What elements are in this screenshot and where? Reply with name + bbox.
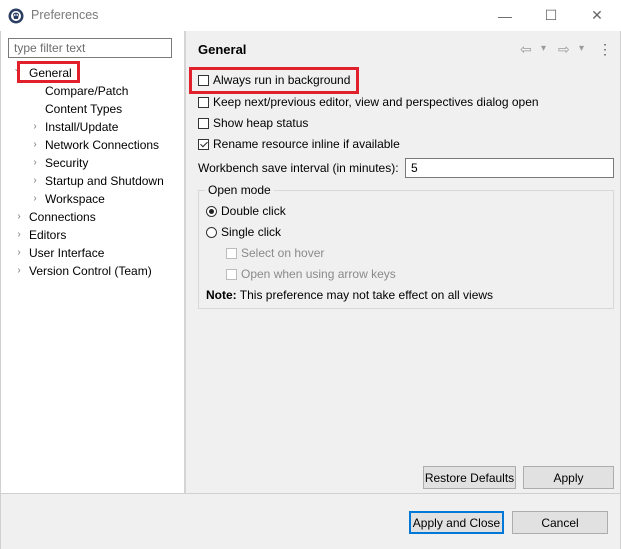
checkbox-box[interactable] — [198, 117, 209, 129]
note-label: Note: — [206, 288, 237, 302]
back-menu-icon[interactable]: ▾ — [541, 40, 546, 58]
save-interval-field[interactable] — [405, 158, 614, 178]
show-heap-status-label: Show heap status — [213, 116, 309, 130]
save-interval-input[interactable] — [406, 159, 613, 177]
tree-item-connections[interactable]: Connections — [29, 208, 96, 226]
back-arrow-icon[interactable]: ⇦ — [520, 40, 532, 58]
tree-item-startup-shutdown[interactable]: Startup and Shutdown — [45, 172, 164, 190]
expand-icon[interactable]: › — [14, 244, 24, 262]
expand-icon[interactable]: › — [30, 172, 40, 190]
save-interval-label: Workbench save interval (in minutes): — [198, 161, 399, 175]
maximize-button[interactable]: ☐ — [528, 0, 574, 31]
note-text: This preference may not take effect on a… — [239, 288, 494, 302]
expand-icon[interactable]: › — [30, 136, 40, 154]
select-on-hover-checkbox: Select on hover — [226, 244, 324, 262]
filter-field[interactable] — [8, 38, 172, 58]
rename-inline-label: Rename resource inline if available — [213, 137, 400, 151]
checkbox-box-disabled — [226, 247, 237, 259]
apply-and-close-button[interactable]: Apply and Close — [409, 511, 504, 534]
open-arrow-keys-checkbox: Open when using arrow keys — [226, 265, 396, 283]
filter-input[interactable] — [9, 39, 171, 57]
tree-item-security[interactable]: Security — [45, 154, 88, 172]
checkbox-box[interactable] — [198, 96, 209, 108]
more-options-icon[interactable]: ⋮ — [598, 40, 612, 58]
double-click-radio[interactable]: Double click — [206, 202, 286, 220]
tree-item-compare-patch[interactable]: Compare/Patch — [45, 82, 128, 100]
always-run-background-label: Always run in background — [213, 73, 351, 87]
radio-selected[interactable] — [206, 205, 217, 217]
tree-item-install-update[interactable]: Install/Update — [45, 118, 118, 136]
tree-item-general[interactable]: General — [29, 64, 72, 82]
rename-inline-checkbox[interactable]: Rename resource inline if available — [198, 135, 400, 153]
expand-icon[interactable]: › — [14, 226, 24, 244]
checkbox-box[interactable] — [198, 74, 209, 86]
tree-item-user-interface[interactable]: User Interface — [29, 244, 104, 262]
expand-icon[interactable]: › — [30, 118, 40, 136]
minimize-icon: — — [498, 7, 512, 24]
checkbox-box-disabled — [226, 268, 237, 280]
single-click-label: Single click — [221, 225, 282, 239]
checkbox-box-checked[interactable] — [198, 138, 209, 150]
app-icon — [8, 8, 24, 24]
cancel-button[interactable]: Cancel — [512, 511, 608, 534]
forward-menu-icon[interactable]: ▾ — [579, 40, 584, 58]
note: Note: This preference may not take effec… — [206, 288, 493, 302]
minimize-button[interactable]: — — [482, 0, 528, 31]
close-button[interactable]: ✕ — [574, 0, 620, 31]
show-heap-status-checkbox[interactable]: Show heap status — [198, 114, 308, 132]
always-run-background-checkbox[interactable]: Always run in background — [198, 71, 350, 89]
open-mode-legend: Open mode — [205, 183, 274, 197]
keep-next-previous-checkbox[interactable]: Keep next/previous editor, view and pers… — [198, 93, 539, 111]
expand-icon[interactable]: › — [14, 262, 24, 280]
double-click-label: Double click — [221, 204, 286, 218]
maximize-icon: ☐ — [544, 7, 558, 23]
tree-item-version-control[interactable]: Version Control (Team) — [29, 262, 152, 280]
tree-item-editors[interactable]: Editors — [29, 226, 66, 244]
expand-icon[interactable]: › — [14, 208, 24, 226]
tree-item-content-types[interactable]: Content Types — [45, 100, 122, 118]
window-title: Preferences — [31, 8, 99, 22]
apply-button[interactable]: Apply — [523, 466, 614, 489]
expand-icon[interactable]: › — [30, 154, 40, 172]
close-icon: ✕ — [591, 7, 603, 23]
radio-unselected[interactable] — [206, 226, 217, 238]
page-title: General — [198, 42, 247, 57]
keep-next-previous-label: Keep next/previous editor, view and pers… — [213, 95, 539, 109]
tree-item-workspace[interactable]: Workspace — [45, 190, 105, 208]
select-on-hover-label: Select on hover — [241, 246, 325, 260]
restore-defaults-button[interactable]: Restore Defaults — [423, 466, 516, 489]
open-arrow-keys-label: Open when using arrow keys — [241, 267, 396, 281]
expand-icon[interactable]: › — [30, 190, 40, 208]
tree-item-network-connections[interactable]: Network Connections — [45, 136, 159, 154]
single-click-radio[interactable]: Single click — [206, 223, 281, 241]
forward-arrow-icon[interactable]: ⇨ — [558, 40, 570, 58]
